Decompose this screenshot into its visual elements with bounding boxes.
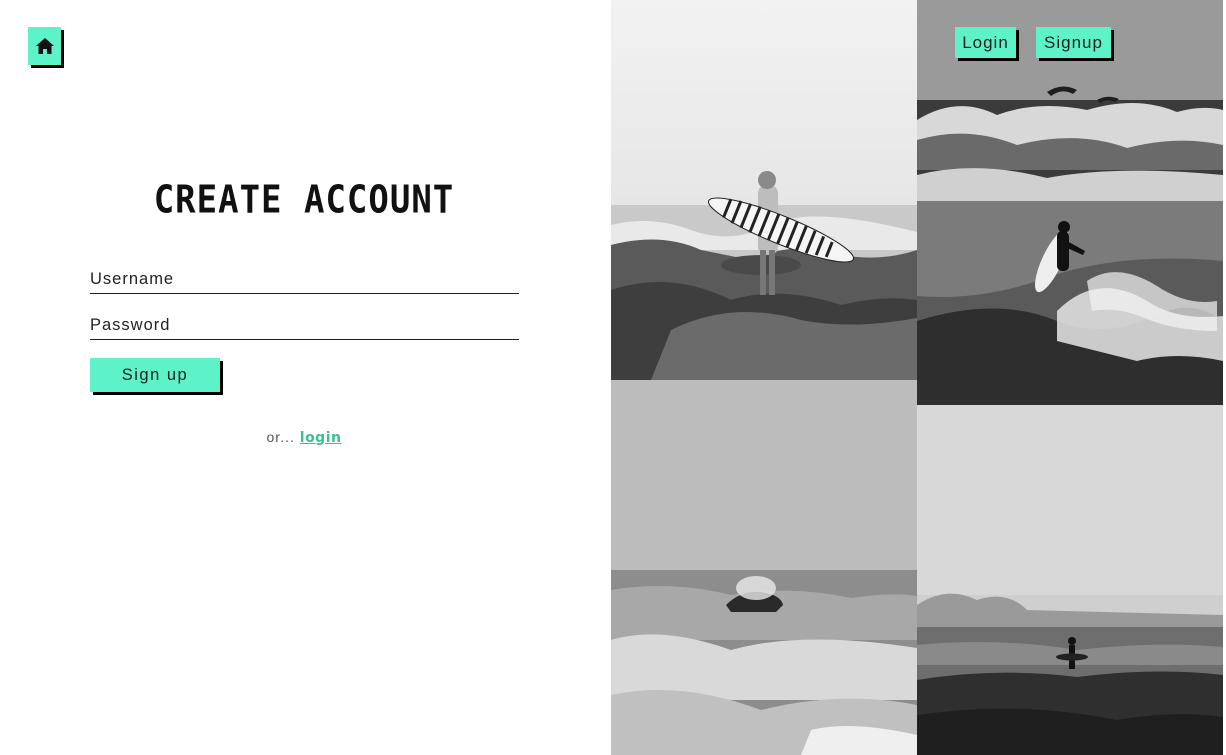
photo-surfer-on-wave xyxy=(917,201,1223,405)
photo-surfer-silhouette xyxy=(917,405,1223,755)
login-link[interactable]: login xyxy=(300,430,342,446)
home-button[interactable] xyxy=(28,27,61,65)
home-icon xyxy=(35,38,54,54)
password-input[interactable] xyxy=(90,310,519,340)
signup-panel: CREATE ACCOUNT Sign up or... login xyxy=(0,0,611,755)
username-input[interactable] xyxy=(90,264,519,294)
nav-signup-button[interactable]: Signup xyxy=(1036,27,1111,58)
photo-rock-in-surf xyxy=(611,380,917,755)
photo-surfer-on-rocks xyxy=(611,0,917,380)
alt-prefix-text: or... xyxy=(266,429,295,445)
page-title: CREATE ACCOUNT xyxy=(153,177,455,223)
nav-login-button[interactable]: Login xyxy=(955,27,1016,58)
sign-up-button[interactable]: Sign up xyxy=(90,358,220,392)
alternate-login-line: or... login xyxy=(0,429,608,446)
